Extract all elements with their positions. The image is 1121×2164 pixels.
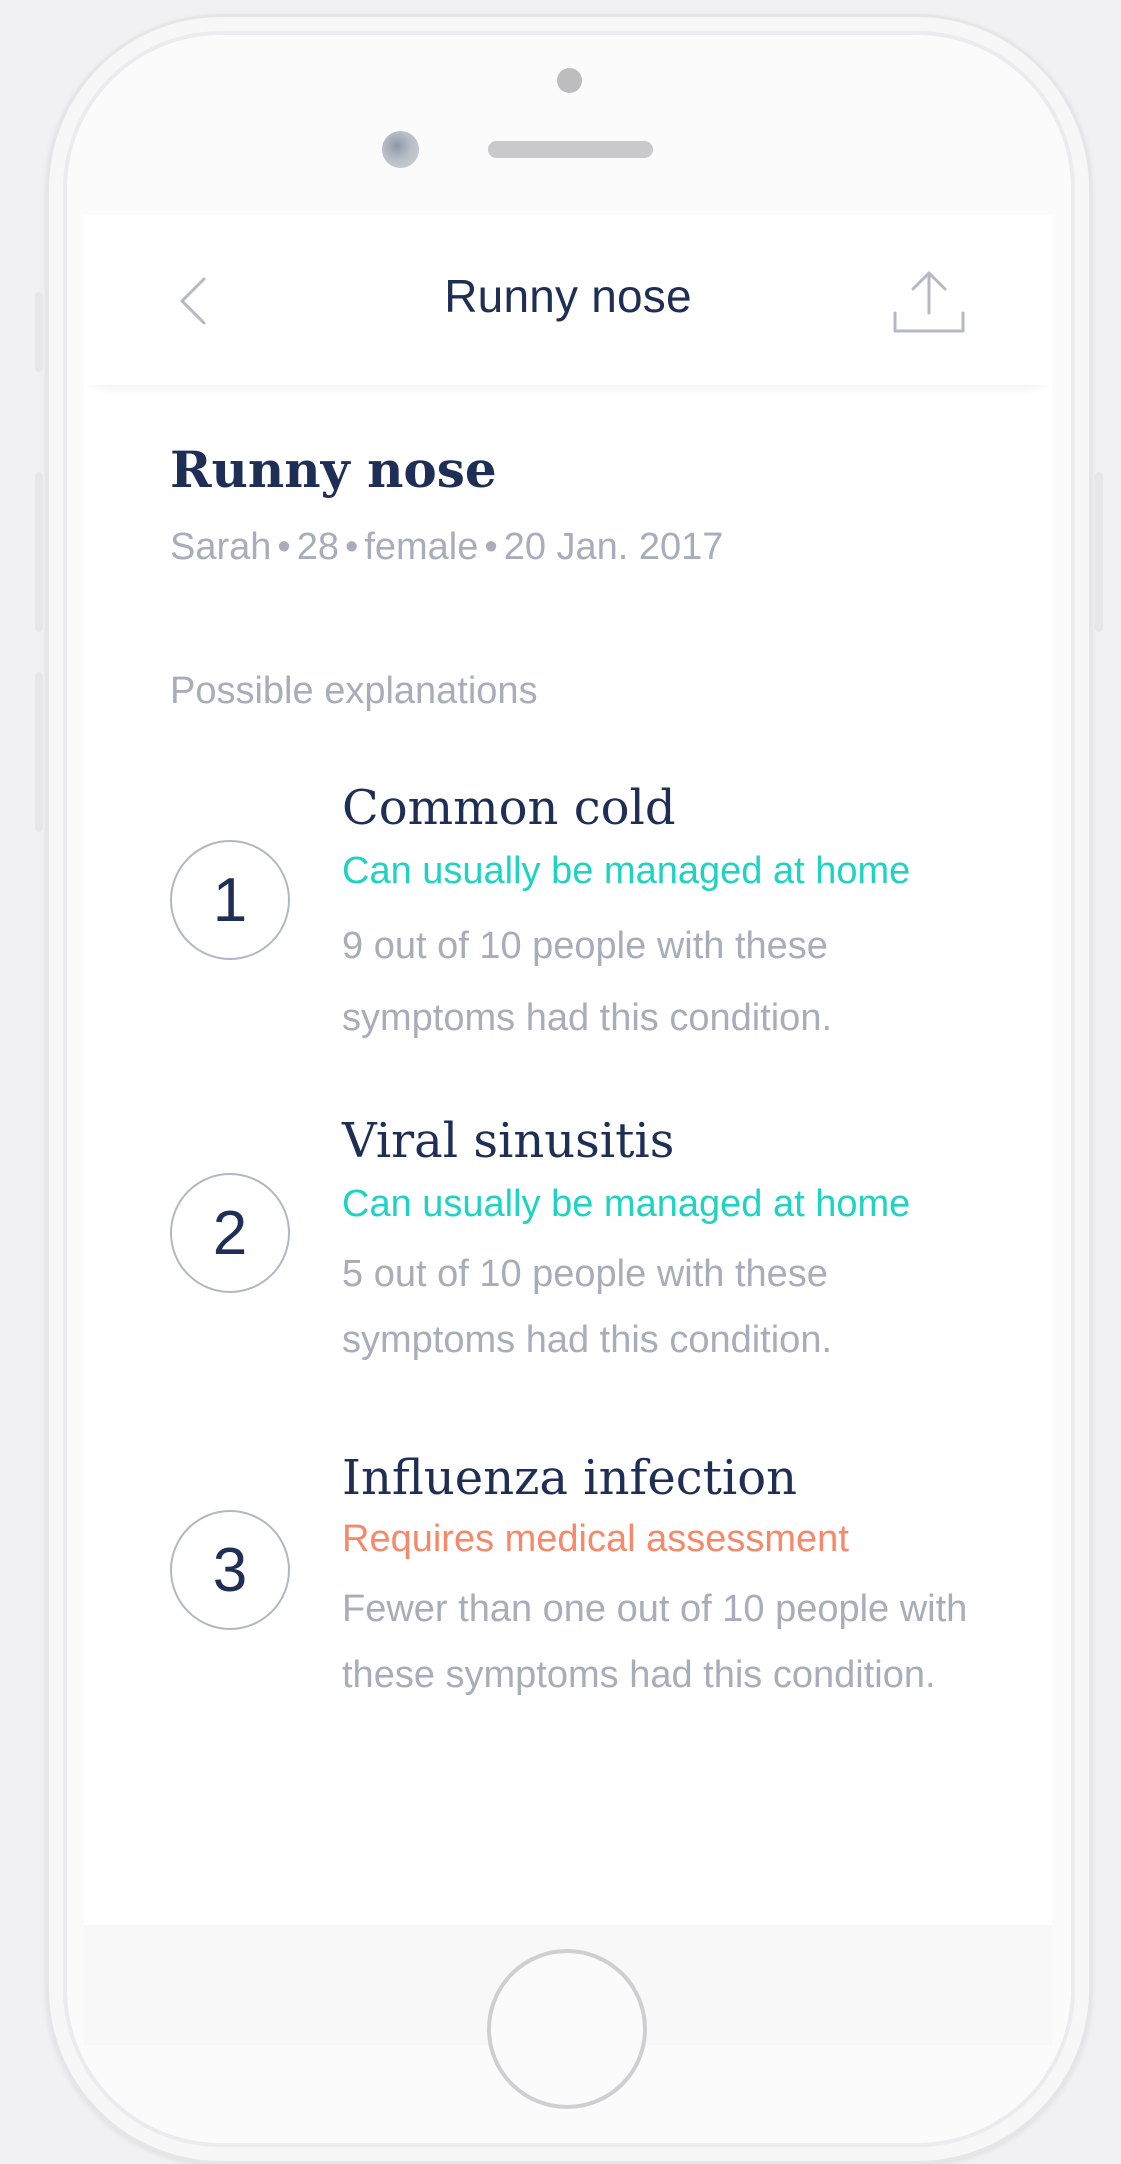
volume-down-button xyxy=(35,672,43,832)
proximity-sensor xyxy=(557,68,582,93)
app-screen: Runny nose Runny nose Sarah • 28 • female • 20… xyxy=(84,215,1052,1925)
explanation-description: Fewer than one out of 10 people with the… xyxy=(342,1588,968,1696)
explanation-name: Influenza infection xyxy=(342,1450,798,1506)
patient-sex: female xyxy=(364,526,479,568)
separator: • xyxy=(277,526,291,568)
patient-name: Sarah xyxy=(170,526,272,568)
power-button xyxy=(1095,472,1103,632)
explanation-status: Can usually be managed at home xyxy=(342,850,911,892)
separator: • xyxy=(345,526,359,568)
explanation-description: 9 out of 10 people with these symptoms h… xyxy=(342,925,833,1039)
explanation-status: Requires medical assessment xyxy=(342,1518,849,1560)
mute-switch xyxy=(35,292,43,372)
explanation-status: Can usually be managed at home xyxy=(342,1183,911,1225)
report-date: 20 Jan. 2017 xyxy=(503,526,724,568)
volume-up-button xyxy=(35,472,43,632)
rank-badge: 2 xyxy=(170,1173,290,1293)
case-title: Runny nose xyxy=(170,440,497,499)
share-upload-icon[interactable] xyxy=(890,267,968,339)
patient-age: 28 xyxy=(296,526,339,568)
explanation-name: Viral sinusitis xyxy=(342,1113,675,1169)
separator: • xyxy=(484,526,498,568)
home-button[interactable] xyxy=(487,1949,647,2109)
rank-badge: 3 xyxy=(170,1510,290,1630)
section-label: Possible explanations xyxy=(170,670,538,712)
case-details: Sarah • 28 • female • 20 Jan. 2017 xyxy=(170,526,723,569)
rank-badge: 1 xyxy=(170,840,290,960)
explanation-description: 5 out of 10 people with these symptoms h… xyxy=(342,1253,833,1361)
front-camera xyxy=(382,131,419,168)
explanation-name: Common cold xyxy=(342,780,676,836)
earpiece-speaker xyxy=(488,141,653,158)
navigation-bar: Runny nose xyxy=(84,215,1052,385)
